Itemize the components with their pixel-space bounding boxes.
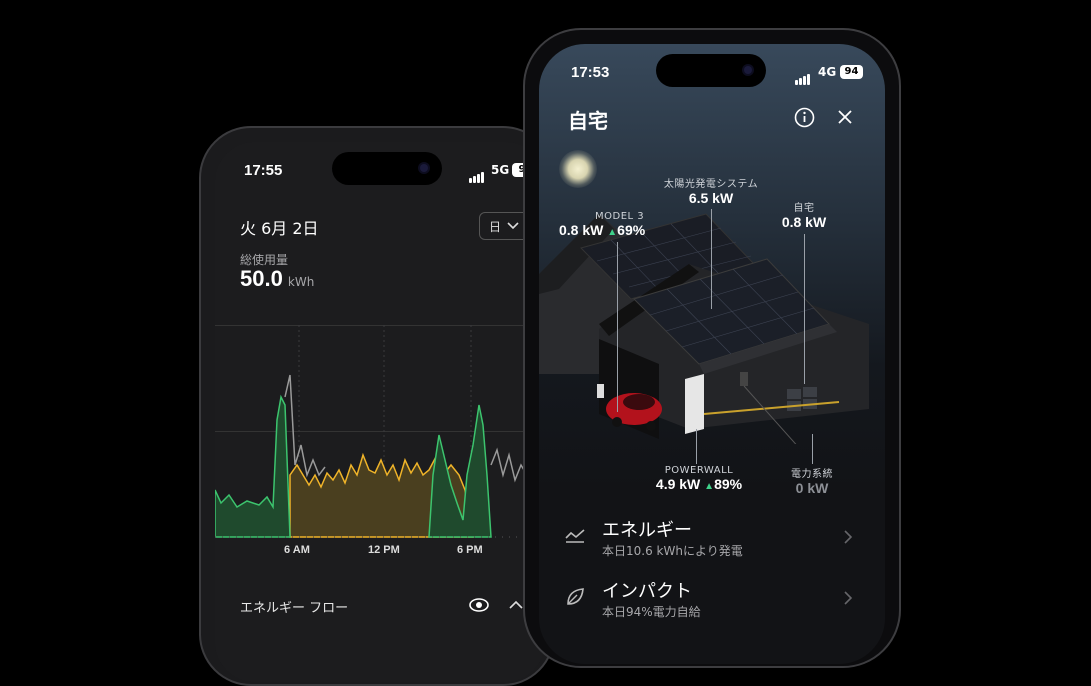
front-phone-screen: 17:53 4G 94 自宅 MODEL 3 0.8 kW ▲69% 太陽光発電… bbox=[539, 44, 885, 664]
date-title: 火 6月 2日 bbox=[240, 219, 319, 238]
dynamic-island bbox=[332, 152, 442, 185]
battery-badge: 94 bbox=[840, 65, 863, 79]
grid-line bbox=[284, 374, 326, 478]
status-time: 17:53 bbox=[571, 64, 610, 81]
status-time: 17:55 bbox=[244, 162, 283, 179]
powerwall-value: 4.9 kW bbox=[655, 476, 701, 492]
chevron-down-icon bbox=[507, 222, 519, 230]
impact-row-subtitle: 本日94%電力自給 bbox=[602, 605, 701, 619]
signal-icon bbox=[469, 164, 485, 183]
impact-row[interactable]: インパクト 本日94%電力自給 bbox=[539, 571, 885, 627]
powerwall-area bbox=[215, 394, 291, 538]
signal-icon bbox=[795, 66, 811, 85]
home-annotation[interactable]: 自宅 0.8 kW bbox=[771, 199, 837, 230]
chevron-right-icon bbox=[844, 530, 853, 544]
x-tick-12pm: 12 PM bbox=[368, 544, 400, 556]
solar-annotation[interactable]: 太陽光発電システム 6.5 kW bbox=[651, 175, 771, 206]
energy-row-subtitle: 本日10.6 kWhにより発電 bbox=[602, 544, 743, 558]
home-value: 0.8 kW bbox=[781, 214, 827, 230]
leaf-icon bbox=[567, 588, 584, 605]
solar-value: 6.5 kW bbox=[688, 190, 734, 206]
arrow-up-icon: ▲ bbox=[704, 481, 715, 492]
period-select-value: 日 bbox=[489, 220, 502, 234]
usage-value: 50.0 bbox=[240, 266, 283, 291]
camera-icon bbox=[420, 164, 428, 172]
grid-leader-line bbox=[812, 434, 813, 464]
powerwall-label: POWERWALL bbox=[664, 465, 734, 476]
model3-value: 0.8 kW bbox=[559, 222, 604, 238]
camera-icon bbox=[744, 66, 752, 74]
energy-flow-label: エネルギー フロー bbox=[240, 601, 349, 616]
powerwall-leader-line bbox=[696, 429, 697, 464]
grid-value: 0 kW bbox=[795, 480, 829, 496]
model3-leader-line bbox=[617, 242, 618, 412]
solar-leader-line bbox=[711, 209, 712, 309]
back-phone-screen: 17:55 5G 9 火 6月 2日 日 総使用量 50.0 kWh 6 AM … bbox=[215, 142, 545, 682]
model3-annotation[interactable]: MODEL 3 0.8 kW ▲69% bbox=[559, 211, 679, 238]
energy-row[interactable]: エネルギー 本日10.6 kWhにより発電 bbox=[539, 510, 885, 566]
x-tick-6am: 6 AM bbox=[284, 544, 310, 556]
network-type: 4G bbox=[818, 65, 837, 79]
info-icon[interactable] bbox=[794, 107, 815, 128]
impact-row-title: インパクト bbox=[602, 581, 692, 602]
house-illustration bbox=[539, 213, 869, 444]
page-title: 自宅 bbox=[568, 109, 608, 133]
chevron-right-icon bbox=[844, 591, 853, 605]
model3-label: MODEL 3 bbox=[595, 211, 645, 222]
energy-row-title: エネルギー bbox=[602, 520, 692, 541]
model3-percent: 69% bbox=[617, 222, 646, 238]
energy-chart bbox=[215, 325, 545, 538]
eye-icon[interactable] bbox=[469, 598, 489, 612]
usage-total: 50.0 kWh bbox=[240, 266, 314, 292]
grid-annotation[interactable]: 電力系統 0 kW bbox=[779, 465, 845, 496]
close-icon[interactable] bbox=[837, 109, 853, 125]
usage-unit: kWh bbox=[287, 275, 315, 289]
powerwall-annotation[interactable]: POWERWALL 4.9 kW ▲89% bbox=[639, 465, 759, 492]
chart-line-icon bbox=[565, 529, 585, 543]
arrow-up-icon: ▲ bbox=[607, 227, 618, 238]
grid-label: 電力系統 bbox=[791, 469, 833, 480]
home-label: 自宅 bbox=[793, 203, 815, 214]
network-type: 5G bbox=[491, 163, 510, 177]
moon-glow bbox=[559, 150, 597, 188]
period-select[interactable]: 日 bbox=[479, 212, 529, 240]
dynamic-island bbox=[656, 54, 766, 87]
solar-label: 太陽光発電システム bbox=[663, 179, 759, 190]
chevron-up-icon[interactable] bbox=[509, 600, 523, 610]
x-tick-6pm: 6 PM bbox=[457, 544, 483, 556]
powerwall-percent: 89% bbox=[714, 476, 743, 492]
powerwall-area bbox=[428, 404, 492, 538]
home-leader-line bbox=[804, 234, 805, 384]
